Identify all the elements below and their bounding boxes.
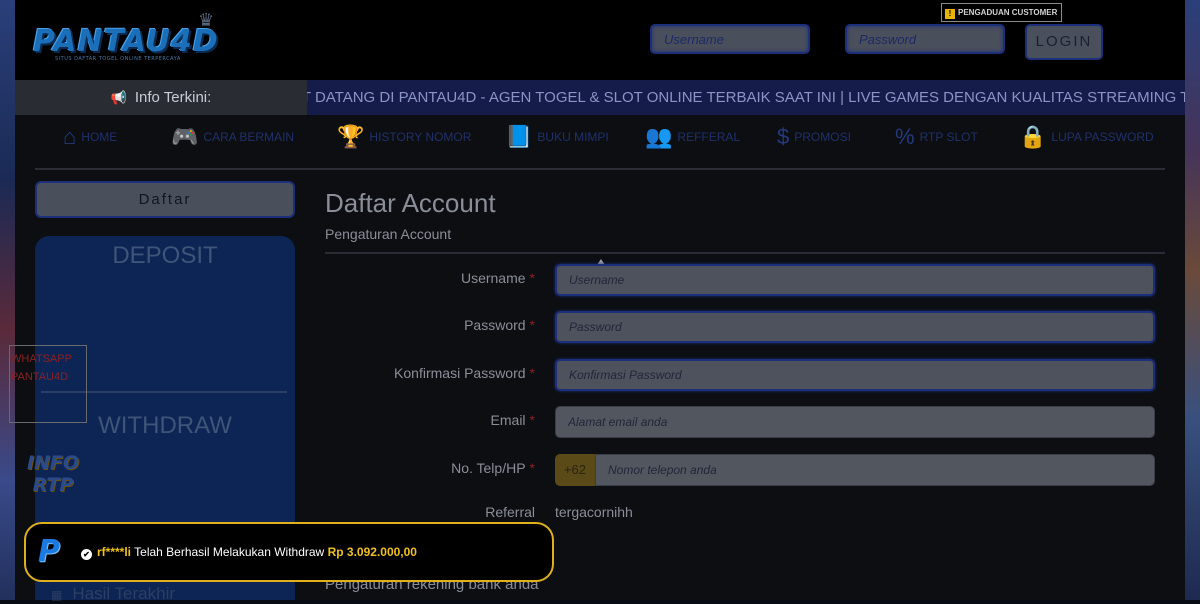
nav-label: HISTORY NOMOR	[369, 130, 472, 144]
main-nav: ⌂ HOME 🎮 CARA BERMAIN 🏆 HISTORY NOMOR 📘 BUKU…	[35, 118, 1165, 170]
hasil-terakhir[interactable]: ▦ Hasil Terakhir	[51, 584, 175, 604]
home-icon: ⌂	[63, 124, 77, 149]
phone-label: No. Telp/HP *	[451, 460, 535, 476]
password-field[interactable]	[555, 311, 1155, 343]
brand-p-icon: P	[38, 534, 60, 569]
email-label-text: Email	[490, 412, 526, 428]
username-label: Username *	[461, 270, 535, 286]
nav-label: RTP SLOT	[919, 130, 978, 144]
background-right-decoration	[1185, 0, 1200, 600]
info-terkini-text: Info Terkini:	[134, 89, 212, 106]
logo-tagline: SITUS DAFTAR TOGEL ONLINE TERPERCAYA	[55, 56, 181, 62]
news-marquee: AT DATANG DI PANTAU4D - AGEN TOGEL & SLO…	[307, 80, 1185, 115]
gamepad-icon: 🎮	[171, 124, 199, 149]
toast-text: Telah Berhasil Melakukan Withdraw	[134, 545, 325, 559]
dollar-icon: $	[777, 124, 790, 149]
crown-icon: ♛	[198, 10, 215, 31]
users-icon: 👥	[645, 124, 673, 149]
nav-item-home[interactable]: ⌂ HOME	[63, 124, 117, 150]
confirm-password-field[interactable]	[555, 359, 1155, 391]
daftar-button[interactable]: Daftar	[35, 181, 295, 218]
email-label: Email *	[491, 412, 535, 428]
toast-amount: Rp 3.092.000,00	[327, 545, 417, 559]
nav-item-cara-bermain[interactable]: 🎮 CARA BERMAIN	[171, 124, 294, 150]
nav-item-rtp-slot[interactable]: % RTP SLOT	[895, 124, 978, 150]
check-icon: ✔	[81, 549, 92, 560]
nav-label: BUKU MIMPI	[537, 130, 609, 144]
login-button[interactable]: LOGIN	[1025, 24, 1103, 60]
required-marker: *	[529, 270, 535, 286]
nav-label: REFFERAL	[677, 130, 741, 144]
megaphone-icon: 📢	[110, 90, 127, 105]
withdraw-notification-toast[interactable]: P ✔ rf****li Telah Berhasil Melakukan Wit…	[24, 522, 554, 582]
phone-label-text: No. Telp/HP	[451, 460, 526, 476]
nav-item-refferal[interactable]: 👥 REFFERAL	[645, 124, 740, 150]
required-marker: *	[529, 317, 535, 333]
password-label: Password *	[464, 317, 535, 333]
trophy-icon: 🏆	[337, 124, 365, 149]
nav-item-lupa-password[interactable]: 🔒 LUPA PASSWORD	[1019, 124, 1154, 150]
nav-label: HOME	[81, 130, 118, 144]
username-field[interactable]	[555, 264, 1155, 296]
nav-item-buku-mimpi[interactable]: 📘 BUKU MIMPI	[505, 124, 609, 150]
toast-username: rf****li	[97, 545, 132, 559]
logo-text: PANTAU4D	[33, 24, 219, 59]
confirm-password-label-text: Konfirmasi Password	[394, 365, 526, 381]
login-username-input[interactable]	[650, 24, 810, 54]
info-bar: 📢 Info Terkini: AT DATANG DI PANTAU4D - A…	[15, 80, 1185, 115]
login-password-input[interactable]	[845, 24, 1005, 54]
required-marker: *	[529, 460, 535, 476]
section-divider	[325, 252, 1165, 254]
nav-label: CARA BERMAIN	[203, 130, 295, 144]
info-rtp-badge[interactable]: INFO RTP	[18, 452, 88, 496]
nav-item-promosi[interactable]: $ PROMOSI	[777, 124, 851, 150]
phone-field[interactable]	[595, 454, 1155, 486]
username-label-text: Username	[460, 270, 526, 286]
header: PANTAU4D SITUS DAFTAR TOGEL ONLINE TERPE…	[15, 0, 1185, 80]
required-marker: *	[529, 412, 535, 428]
alert-icon: !	[945, 9, 955, 19]
background-left-decoration	[0, 0, 15, 600]
toast-message: ✔ rf****li Telah Berhasil Melakukan Withd…	[81, 545, 417, 560]
whatsapp-image[interactable]: WHATSAPP PANTAU4D	[9, 345, 87, 423]
referral-value: tergacornihh	[555, 504, 633, 520]
referral-label: Referral	[485, 504, 535, 520]
hasil-terakhir-label: Hasil Terakhir	[72, 584, 176, 603]
percent-icon: %	[895, 124, 915, 149]
nav-label: PROMOSI	[794, 130, 851, 144]
info-terkini-label: 📢 Info Terkini:	[15, 80, 307, 115]
required-marker: *	[529, 365, 535, 381]
book-icon: 📘	[505, 124, 533, 149]
site-logo[interactable]: PANTAU4D SITUS DAFTAR TOGEL ONLINE TERPE…	[33, 10, 233, 70]
section-subtitle: Pengaturan Account	[325, 226, 452, 242]
page-title: Daftar Account	[325, 188, 496, 218]
lock-icon: 🔒	[1019, 124, 1047, 149]
phone-country-prefix: +62	[555, 454, 595, 486]
marquee-text: AT DATANG DI PANTAU4D - AGEN TOGEL & SLO…	[307, 89, 1185, 106]
pengaduan-label: PENGADUAN CUSTOMER	[958, 8, 1058, 17]
confirm-password-label: Konfirmasi Password *	[394, 365, 535, 381]
deposit-heading: DEPOSIT	[112, 242, 218, 269]
main-container: PANTAU4D SITUS DAFTAR TOGEL ONLINE TERPE…	[9, 0, 1185, 603]
nav-label: LUPA PASSWORD	[1051, 130, 1154, 144]
password-label-text: Password	[464, 317, 526, 333]
nav-item-history-nomor[interactable]: 🏆 HISTORY NOMOR	[337, 124, 471, 150]
email-field[interactable]	[555, 406, 1155, 438]
pengaduan-customer-button[interactable]: ! PENGADUAN CUSTOMER	[941, 3, 1063, 22]
